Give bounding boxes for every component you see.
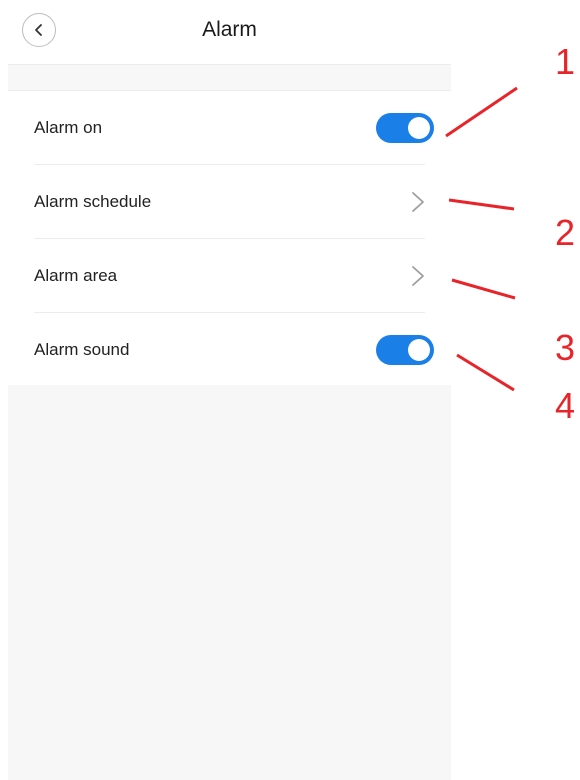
- setting-label: Alarm sound: [34, 340, 130, 359]
- alarm-on-toggle[interactable]: [376, 113, 434, 143]
- chevron-right-icon: [412, 192, 424, 212]
- callout-number-4: 4: [555, 385, 576, 426]
- page-title: Alarm: [202, 18, 257, 41]
- setting-label: Alarm schedule: [34, 192, 152, 211]
- callout-line-2: [448, 198, 515, 211]
- setting-row-alarm-schedule[interactable]: Alarm schedule: [8, 165, 451, 239]
- alarm-sound-toggle[interactable]: [376, 335, 434, 365]
- chevron-right-icon: [412, 266, 424, 286]
- callout-number-1: 1: [555, 41, 576, 82]
- callout-line-1: [445, 86, 518, 138]
- toggle-knob: [408, 339, 430, 361]
- header-bar: Alarm: [8, 0, 451, 64]
- callout-line-4: [456, 353, 515, 392]
- phone-screen: Alarm Alarm on Alarm schedule Alarm area: [8, 0, 451, 780]
- callout-line-3: [451, 278, 516, 300]
- setting-label: Alarm on: [34, 118, 103, 137]
- setting-row-alarm-area[interactable]: Alarm area: [8, 239, 451, 313]
- settings-list: Alarm on Alarm schedule Alarm area Alarm…: [8, 90, 451, 385]
- callout-number-2: 2: [555, 212, 576, 253]
- setting-label: Alarm area: [34, 266, 118, 285]
- toggle-knob: [408, 117, 430, 139]
- setting-row-alarm-on[interactable]: Alarm on: [8, 91, 451, 165]
- setting-row-alarm-sound[interactable]: Alarm sound: [8, 313, 451, 387]
- callout-number-3: 3: [555, 327, 576, 368]
- header-divider: [8, 64, 451, 65]
